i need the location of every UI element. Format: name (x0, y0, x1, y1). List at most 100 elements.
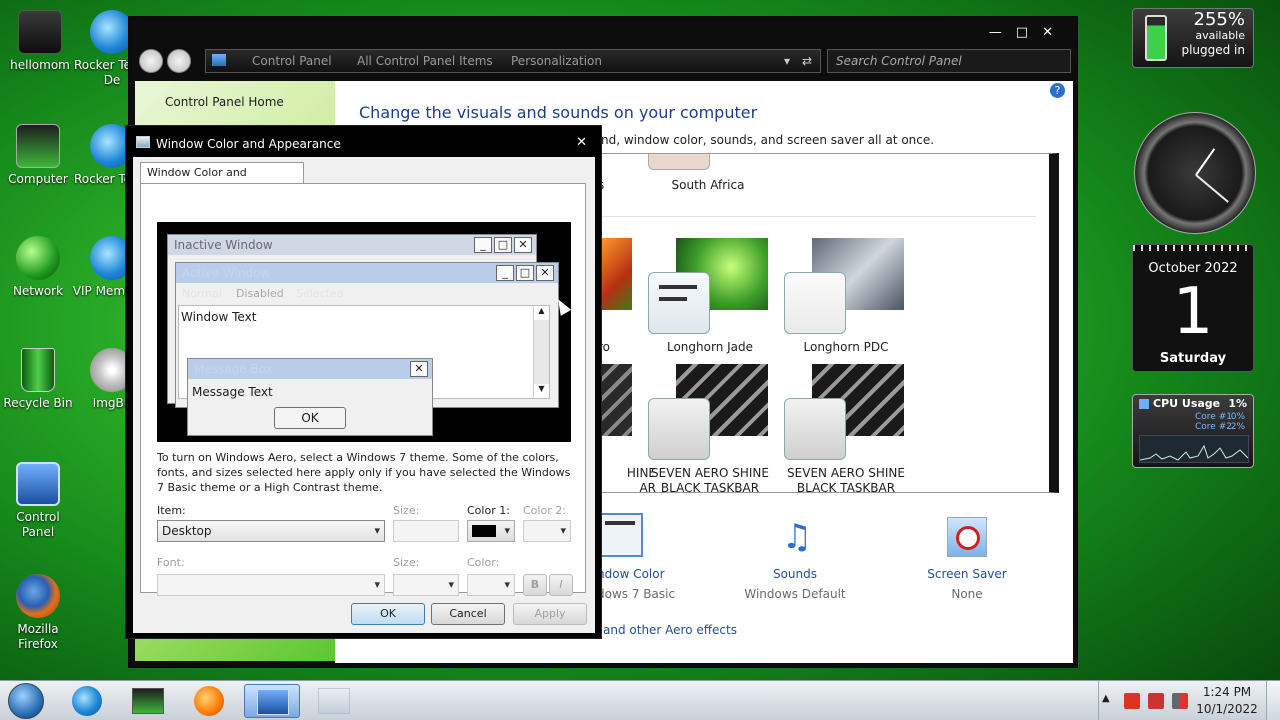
taskbar-window-color[interactable] (306, 684, 362, 718)
desktop-icon-computer[interactable]: Computer (0, 124, 78, 187)
show-desktop-button[interactable] (1266, 681, 1280, 720)
refresh-icon[interactable]: ⇄ (802, 50, 812, 72)
close-icon[interactable]: ✕ (1042, 25, 1067, 40)
breadcrumb-personalization[interactable]: Personalization (511, 50, 602, 72)
font-size-select[interactable] (393, 574, 459, 596)
show-hidden-icons[interactable]: ▲ (1102, 693, 1110, 704)
maximize-icon: □ (516, 265, 534, 281)
taskbar-media-player[interactable] (182, 684, 238, 718)
color1-picker[interactable] (467, 520, 515, 542)
clock-gadget[interactable] (1134, 112, 1256, 234)
swatch-bar (659, 297, 687, 301)
theme-window-color-swatch (648, 272, 710, 334)
start-button[interactable] (8, 683, 44, 719)
core2-value: 2% (1230, 422, 1245, 432)
theme-window-color-swatch (784, 272, 846, 334)
apply-button[interactable]: Apply (513, 603, 587, 625)
page-title: Change the visuals and sounds on your co… (359, 103, 758, 122)
desktop-icon-network[interactable]: Network (0, 236, 78, 299)
preview-scrollbar: ▲ ▼ (533, 306, 549, 398)
screen-saver-icon[interactable] (947, 517, 987, 557)
close-icon: ✕ (536, 265, 554, 281)
battery-gadget[interactable]: 255% available plugged in (1132, 8, 1254, 68)
search-input[interactable]: Search Control Panel (827, 49, 1071, 73)
color2-picker[interactable] (523, 520, 571, 542)
back-button[interactable] (139, 49, 163, 73)
core1-label: Core #1 (1195, 412, 1232, 422)
font-select[interactable] (157, 574, 385, 596)
sounds-link[interactable]: Sounds (745, 567, 845, 581)
maximize-icon[interactable]: □ (1016, 25, 1042, 40)
scrollbar[interactable] (1051, 154, 1057, 493)
calendar-day: 1 (1172, 275, 1214, 349)
taskbar-ie[interactable] (60, 684, 116, 718)
calendar-weekday: Saturday (1159, 351, 1227, 366)
forward-button[interactable] (167, 49, 191, 73)
ok-button[interactable]: OK (351, 603, 425, 625)
item-select[interactable]: Desktop (157, 520, 385, 542)
taskbar-control-panel[interactable] (244, 684, 300, 718)
theme-name: Longhorn PDC (803, 340, 889, 354)
desktop-icon-label: Network (12, 284, 64, 298)
calendar-gadget[interactable]: October 2022 1 Saturday (1132, 244, 1254, 372)
minimize-icon: _ (474, 237, 492, 253)
preview-menu-selected: Selected (296, 287, 344, 300)
help-icon[interactable]: ? (1050, 83, 1065, 98)
theme-thumbnail[interactable] (648, 154, 710, 170)
window-color-icon[interactable] (597, 513, 643, 557)
color1-label: Color 1: (467, 504, 510, 517)
tab-window-color[interactable]: Window Color and Appearance (140, 162, 304, 199)
size-label: Size: (393, 504, 420, 517)
close-icon[interactable]: ✕ (576, 135, 587, 150)
clock-date[interactable]: 10/1/2022 (1196, 702, 1258, 716)
cancel-button[interactable]: Cancel (431, 603, 505, 625)
minimize-icon[interactable]: — (989, 25, 1016, 40)
desktop-icon-hellomom[interactable]: hellomom (0, 10, 80, 73)
scroll-up-icon: ▲ (534, 306, 549, 320)
desktop-icon-recycle-bin[interactable]: Recycle Bin (0, 348, 78, 411)
preview-menu-normal: Normal (182, 287, 222, 300)
aero-effects-link[interactable]: and other Aero effects (603, 623, 737, 637)
sounds-icon[interactable]: ♫ (773, 515, 821, 559)
clock-time[interactable]: 1:24 PM (1196, 685, 1258, 699)
theme-window-color-swatch (784, 398, 846, 460)
breadcrumb-all-items[interactable]: All Control Panel Items (357, 50, 493, 72)
network-warning-icon[interactable] (1124, 693, 1140, 709)
dialog-app-icon (136, 136, 150, 148)
page-subtitle: nd, window color, sounds, and screen sav… (601, 133, 935, 147)
volume-muted-icon[interactable] (1172, 693, 1188, 709)
italic-button[interactable]: I (549, 574, 573, 596)
window-color-value: dows 7 Basic (597, 587, 676, 601)
cpu-graph-line (1139, 444, 1249, 461)
address-bar[interactable]: Control Panel All Control Panel Items Pe… (205, 49, 821, 73)
user-folder-icon (18, 10, 62, 54)
desktop-icon-control-panel[interactable]: Control Panel (0, 462, 78, 540)
taskbar-explorer[interactable] (120, 684, 176, 718)
font-size-label: Size: (393, 556, 420, 569)
clock-hour-hand (1195, 148, 1216, 176)
breadcrumb-control-panel[interactable]: Control Panel (252, 50, 332, 72)
screen-saver-value: None (951, 587, 983, 601)
color1-swatch (472, 525, 496, 537)
maximize-icon: □ (494, 237, 512, 253)
folder-icon (132, 688, 164, 714)
font-color-picker[interactable] (467, 574, 515, 596)
window-color-link[interactable]: ndow Color (597, 567, 665, 581)
minimize-icon: _ (496, 265, 514, 281)
control-panel-home-link[interactable]: Control Panel Home (165, 95, 284, 109)
taskbar: ▲ 1:24 PM 10/1/2022 (0, 680, 1280, 720)
cpu-gadget[interactable]: CPU Usage 1% Core #1 0% Core #2 2% (1132, 394, 1254, 468)
size-input[interactable] (393, 520, 459, 542)
desktop-icon-firefox[interactable]: Mozilla Firefox (0, 574, 78, 652)
action-center-icon[interactable] (1148, 693, 1164, 709)
chevron-down-icon[interactable]: ▾ (784, 50, 790, 72)
tray-divider (1098, 681, 1099, 720)
core2-label: Core #2 (1195, 422, 1232, 432)
bold-button[interactable]: B (523, 574, 547, 596)
theme-thumbnail[interactable] (600, 364, 632, 436)
scrollbar-thumb[interactable] (1051, 278, 1057, 360)
control-panel-icon (212, 54, 226, 66)
appearance-preview[interactable]: Inactive Window _ □ ✕ Active Window _ □ … (157, 222, 571, 442)
screen-saver-link[interactable]: Screen Saver (917, 567, 1017, 581)
theme-thumbnail[interactable] (600, 238, 632, 310)
